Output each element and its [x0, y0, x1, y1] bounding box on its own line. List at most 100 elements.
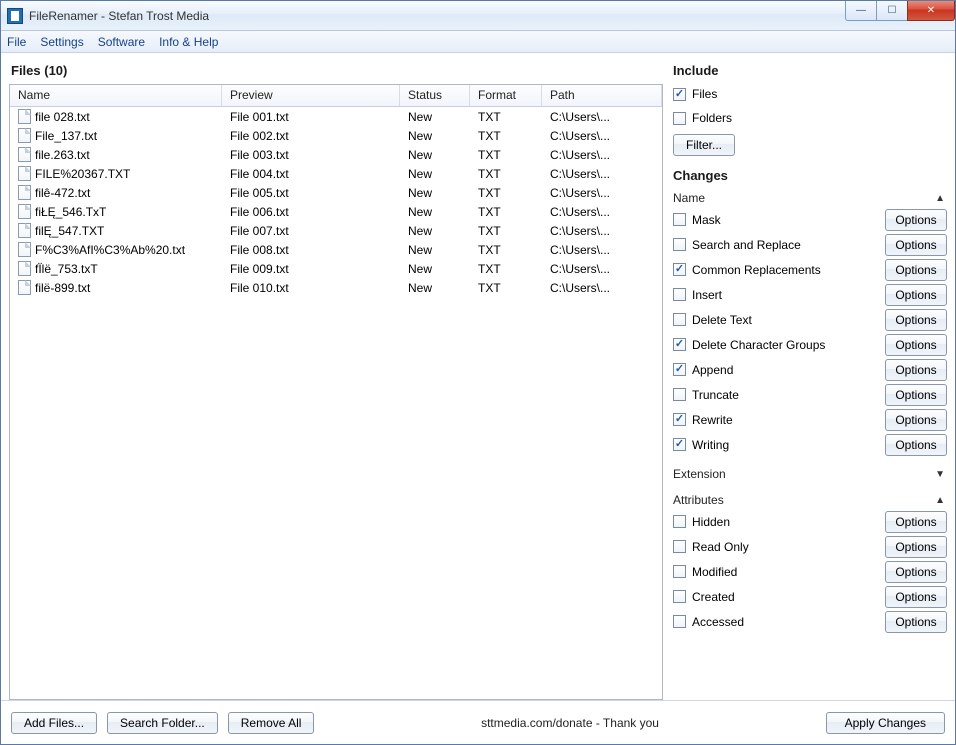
cell-format: TXT	[470, 110, 542, 124]
attributes-options-list: HiddenOptionsRead OnlyOptionsModifiedOpt…	[671, 509, 947, 634]
options-button[interactable]: Options	[885, 586, 947, 608]
table-row[interactable]: file 028.txtFile 001.txtNewTXTC:\Users\.…	[10, 107, 662, 126]
table-row[interactable]: filë-899.txtFile 010.txtNewTXTC:\Users\.…	[10, 278, 662, 297]
apply-changes-button[interactable]: Apply Changes	[826, 712, 945, 734]
option-row: Mask Options	[671, 207, 947, 232]
col-preview[interactable]: Preview	[222, 85, 400, 106]
attributes-section-header[interactable]: Attributes ▲	[671, 489, 947, 509]
table-row[interactable]: FILE%20367.TXTFile 004.txtNewTXTC:\Users…	[10, 164, 662, 183]
table-row[interactable]: filê-472.txtFile 005.txtNewTXTC:\Users\.…	[10, 183, 662, 202]
options-button[interactable]: Options	[885, 536, 947, 558]
cell-name: File_137.txt	[35, 129, 97, 143]
table-row[interactable]: filĘ_547.TXTFile 007.txtNewTXTC:\Users\.…	[10, 221, 662, 240]
cell-name: fÏlë_753.txT	[35, 262, 98, 276]
option-row: Append Options	[671, 357, 947, 382]
options-button[interactable]: Options	[885, 234, 947, 256]
option-label: Created	[692, 590, 735, 604]
option-checkbox[interactable]	[673, 540, 686, 553]
cell-format: TXT	[470, 129, 542, 143]
option-label: Delete Character Groups	[692, 338, 825, 352]
options-button[interactable]: Options	[885, 259, 947, 281]
include-folders-row[interactable]: Folders	[671, 106, 947, 130]
collapse-icon: ▲	[935, 495, 945, 506]
options-button[interactable]: Options	[885, 611, 947, 633]
files-header: Files (10)	[9, 59, 663, 84]
options-button[interactable]: Options	[885, 309, 947, 331]
option-checkbox[interactable]	[673, 338, 686, 351]
cell-status: New	[400, 110, 470, 124]
options-button[interactable]: Options	[885, 284, 947, 306]
options-button[interactable]: Options	[885, 359, 947, 381]
option-label: Truncate	[692, 388, 739, 402]
option-checkbox[interactable]	[673, 590, 686, 603]
option-checkbox[interactable]	[673, 515, 686, 528]
menu-software[interactable]: Software	[98, 35, 145, 49]
include-folders-checkbox[interactable]	[673, 112, 686, 125]
options-button[interactable]: Options	[885, 209, 947, 231]
include-files-label: Files	[692, 87, 717, 101]
option-label: Mask	[692, 213, 721, 227]
options-button[interactable]: Options	[885, 434, 947, 456]
menu-file[interactable]: File	[7, 35, 26, 49]
cell-format: TXT	[470, 148, 542, 162]
options-button[interactable]: Options	[885, 384, 947, 406]
option-checkbox[interactable]	[673, 213, 686, 226]
search-folder-button[interactable]: Search Folder...	[107, 712, 218, 734]
options-button[interactable]: Options	[885, 561, 947, 583]
filter-button[interactable]: Filter...	[673, 134, 735, 156]
option-row: ModifiedOptions	[671, 559, 947, 584]
cell-name: file 028.txt	[35, 110, 90, 124]
include-files-checkbox[interactable]	[673, 88, 686, 101]
cell-name: filê-472.txt	[35, 186, 90, 200]
include-files-row[interactable]: Files	[671, 82, 947, 106]
extension-section-header[interactable]: Extension ▼	[671, 463, 947, 483]
option-checkbox[interactable]	[673, 238, 686, 251]
option-checkbox[interactable]	[673, 263, 686, 276]
file-icon	[18, 242, 31, 257]
files-table: Name Preview Status Format Path file 028…	[9, 84, 663, 700]
option-checkbox[interactable]	[673, 438, 686, 451]
table-row[interactable]: fiŁĘ_546.TxTFile 006.txtNewTXTC:\Users\.…	[10, 202, 662, 221]
menu-info-help[interactable]: Info & Help	[159, 35, 218, 49]
cell-preview: File 008.txt	[222, 243, 400, 257]
side-panel: Include Files Folders Filter... Changes …	[671, 59, 947, 700]
option-label: Append	[692, 363, 733, 377]
close-button[interactable]: ✕	[907, 1, 955, 21]
col-path[interactable]: Path	[542, 85, 662, 106]
menu-settings[interactable]: Settings	[40, 35, 83, 49]
table-row[interactable]: file.263.txtFile 003.txtNewTXTC:\Users\.…	[10, 145, 662, 164]
cell-status: New	[400, 186, 470, 200]
option-checkbox[interactable]	[673, 313, 686, 326]
cell-status: New	[400, 224, 470, 238]
maximize-button[interactable]: ☐	[876, 1, 908, 21]
add-files-button[interactable]: Add Files...	[11, 712, 97, 734]
option-row: Delete Character Groups Options	[671, 332, 947, 357]
options-button[interactable]: Options	[885, 334, 947, 356]
attributes-section-label: Attributes	[673, 493, 724, 507]
files-table-body: file 028.txtFile 001.txtNewTXTC:\Users\.…	[10, 107, 662, 699]
option-checkbox[interactable]	[673, 615, 686, 628]
table-row[interactable]: File_137.txtFile 002.txtNewTXTC:\Users\.…	[10, 126, 662, 145]
window-title: FileRenamer - Stefan Trost Media	[29, 9, 846, 23]
option-checkbox[interactable]	[673, 363, 686, 376]
table-row[interactable]: fÏlë_753.txTFile 009.txtNewTXTC:\Users\.…	[10, 259, 662, 278]
name-section-header[interactable]: Name ▲	[671, 187, 947, 207]
col-format[interactable]: Format	[470, 85, 542, 106]
name-section-label: Name	[673, 191, 705, 205]
option-checkbox[interactable]	[673, 388, 686, 401]
window-controls: — ☐ ✕	[846, 1, 955, 30]
cell-status: New	[400, 262, 470, 276]
options-button[interactable]: Options	[885, 409, 947, 431]
remove-all-button[interactable]: Remove All	[228, 712, 315, 734]
table-row[interactable]: F%C3%AfI%C3%Ab%20.txtFile 008.txtNewTXTC…	[10, 240, 662, 259]
col-status[interactable]: Status	[400, 85, 470, 106]
option-checkbox[interactable]	[673, 413, 686, 426]
option-checkbox[interactable]	[673, 288, 686, 301]
app-window: FileRenamer - Stefan Trost Media — ☐ ✕ F…	[0, 0, 956, 745]
cell-status: New	[400, 281, 470, 295]
option-checkbox[interactable]	[673, 565, 686, 578]
minimize-button[interactable]: —	[845, 1, 877, 21]
cell-path: C:\Users\...	[542, 281, 662, 295]
col-name[interactable]: Name	[10, 85, 222, 106]
options-button[interactable]: Options	[885, 511, 947, 533]
